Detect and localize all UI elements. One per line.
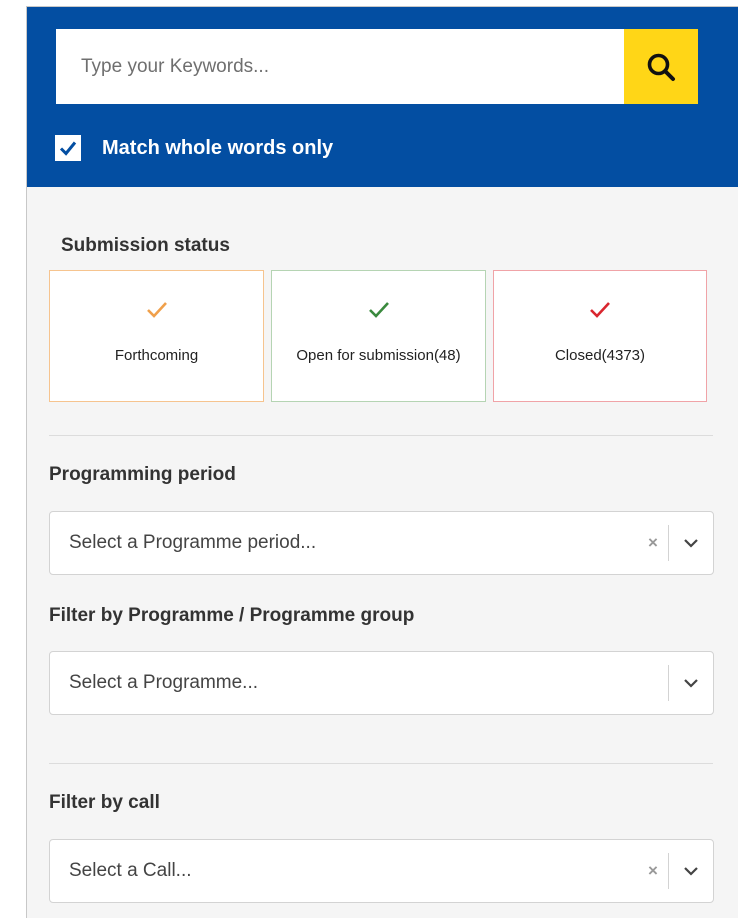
divider bbox=[49, 763, 713, 764]
match-whole-words-label: Match whole words only bbox=[102, 136, 334, 159]
search-header: Match whole words only bbox=[27, 7, 738, 187]
status-closed-label: Closed(4373) bbox=[554, 347, 646, 364]
clear-icon[interactable]: × bbox=[638, 861, 668, 881]
programme-placeholder: Select a Programme... bbox=[69, 672, 259, 693]
programme-filter-title: Filter by Programme / Programme group bbox=[49, 605, 415, 626]
clear-icon[interactable]: × bbox=[638, 533, 668, 553]
keyword-search-input[interactable] bbox=[56, 29, 624, 104]
call-placeholder: Select a Call... bbox=[69, 860, 192, 881]
status-open-card[interactable]: Open for submission(48) bbox=[271, 270, 486, 402]
chevron-down-icon bbox=[684, 539, 698, 548]
checkmark-icon bbox=[368, 302, 389, 318]
programming-period-title: Programming period bbox=[49, 464, 236, 485]
search-button[interactable] bbox=[624, 29, 698, 104]
programme-select[interactable]: Select a Programme... bbox=[49, 651, 714, 715]
dropdown-toggle[interactable] bbox=[669, 840, 713, 902]
status-closed-card[interactable]: Closed(4373) bbox=[493, 270, 707, 402]
dropdown-toggle[interactable] bbox=[669, 652, 713, 714]
dropdown-toggle[interactable] bbox=[669, 512, 713, 574]
match-whole-words-checkbox[interactable] bbox=[55, 135, 81, 161]
programming-period-placeholder: Select a Programme period... bbox=[69, 532, 317, 553]
filter-panel: Match whole words only Submission status… bbox=[26, 6, 738, 918]
chevron-down-icon bbox=[684, 679, 698, 688]
checkmark-icon bbox=[146, 302, 167, 318]
status-forthcoming-card[interactable]: Forthcoming bbox=[49, 270, 264, 402]
search-box bbox=[56, 29, 698, 104]
call-select[interactable]: Select a Call... × bbox=[49, 839, 714, 903]
status-forthcoming-label: Forthcoming bbox=[114, 347, 199, 364]
submission-status-title: Submission status bbox=[61, 235, 230, 256]
match-whole-words-option[interactable]: Match whole words only bbox=[55, 135, 333, 161]
checkmark-icon bbox=[59, 141, 77, 156]
search-icon bbox=[647, 53, 675, 81]
status-open-label: Open for submission(48) bbox=[296, 347, 461, 364]
programming-period-select[interactable]: Select a Programme period... × bbox=[49, 511, 714, 575]
checkmark-icon bbox=[590, 302, 610, 318]
divider bbox=[49, 435, 713, 436]
chevron-down-icon bbox=[684, 867, 698, 876]
call-filter-title: Filter by call bbox=[49, 792, 160, 813]
